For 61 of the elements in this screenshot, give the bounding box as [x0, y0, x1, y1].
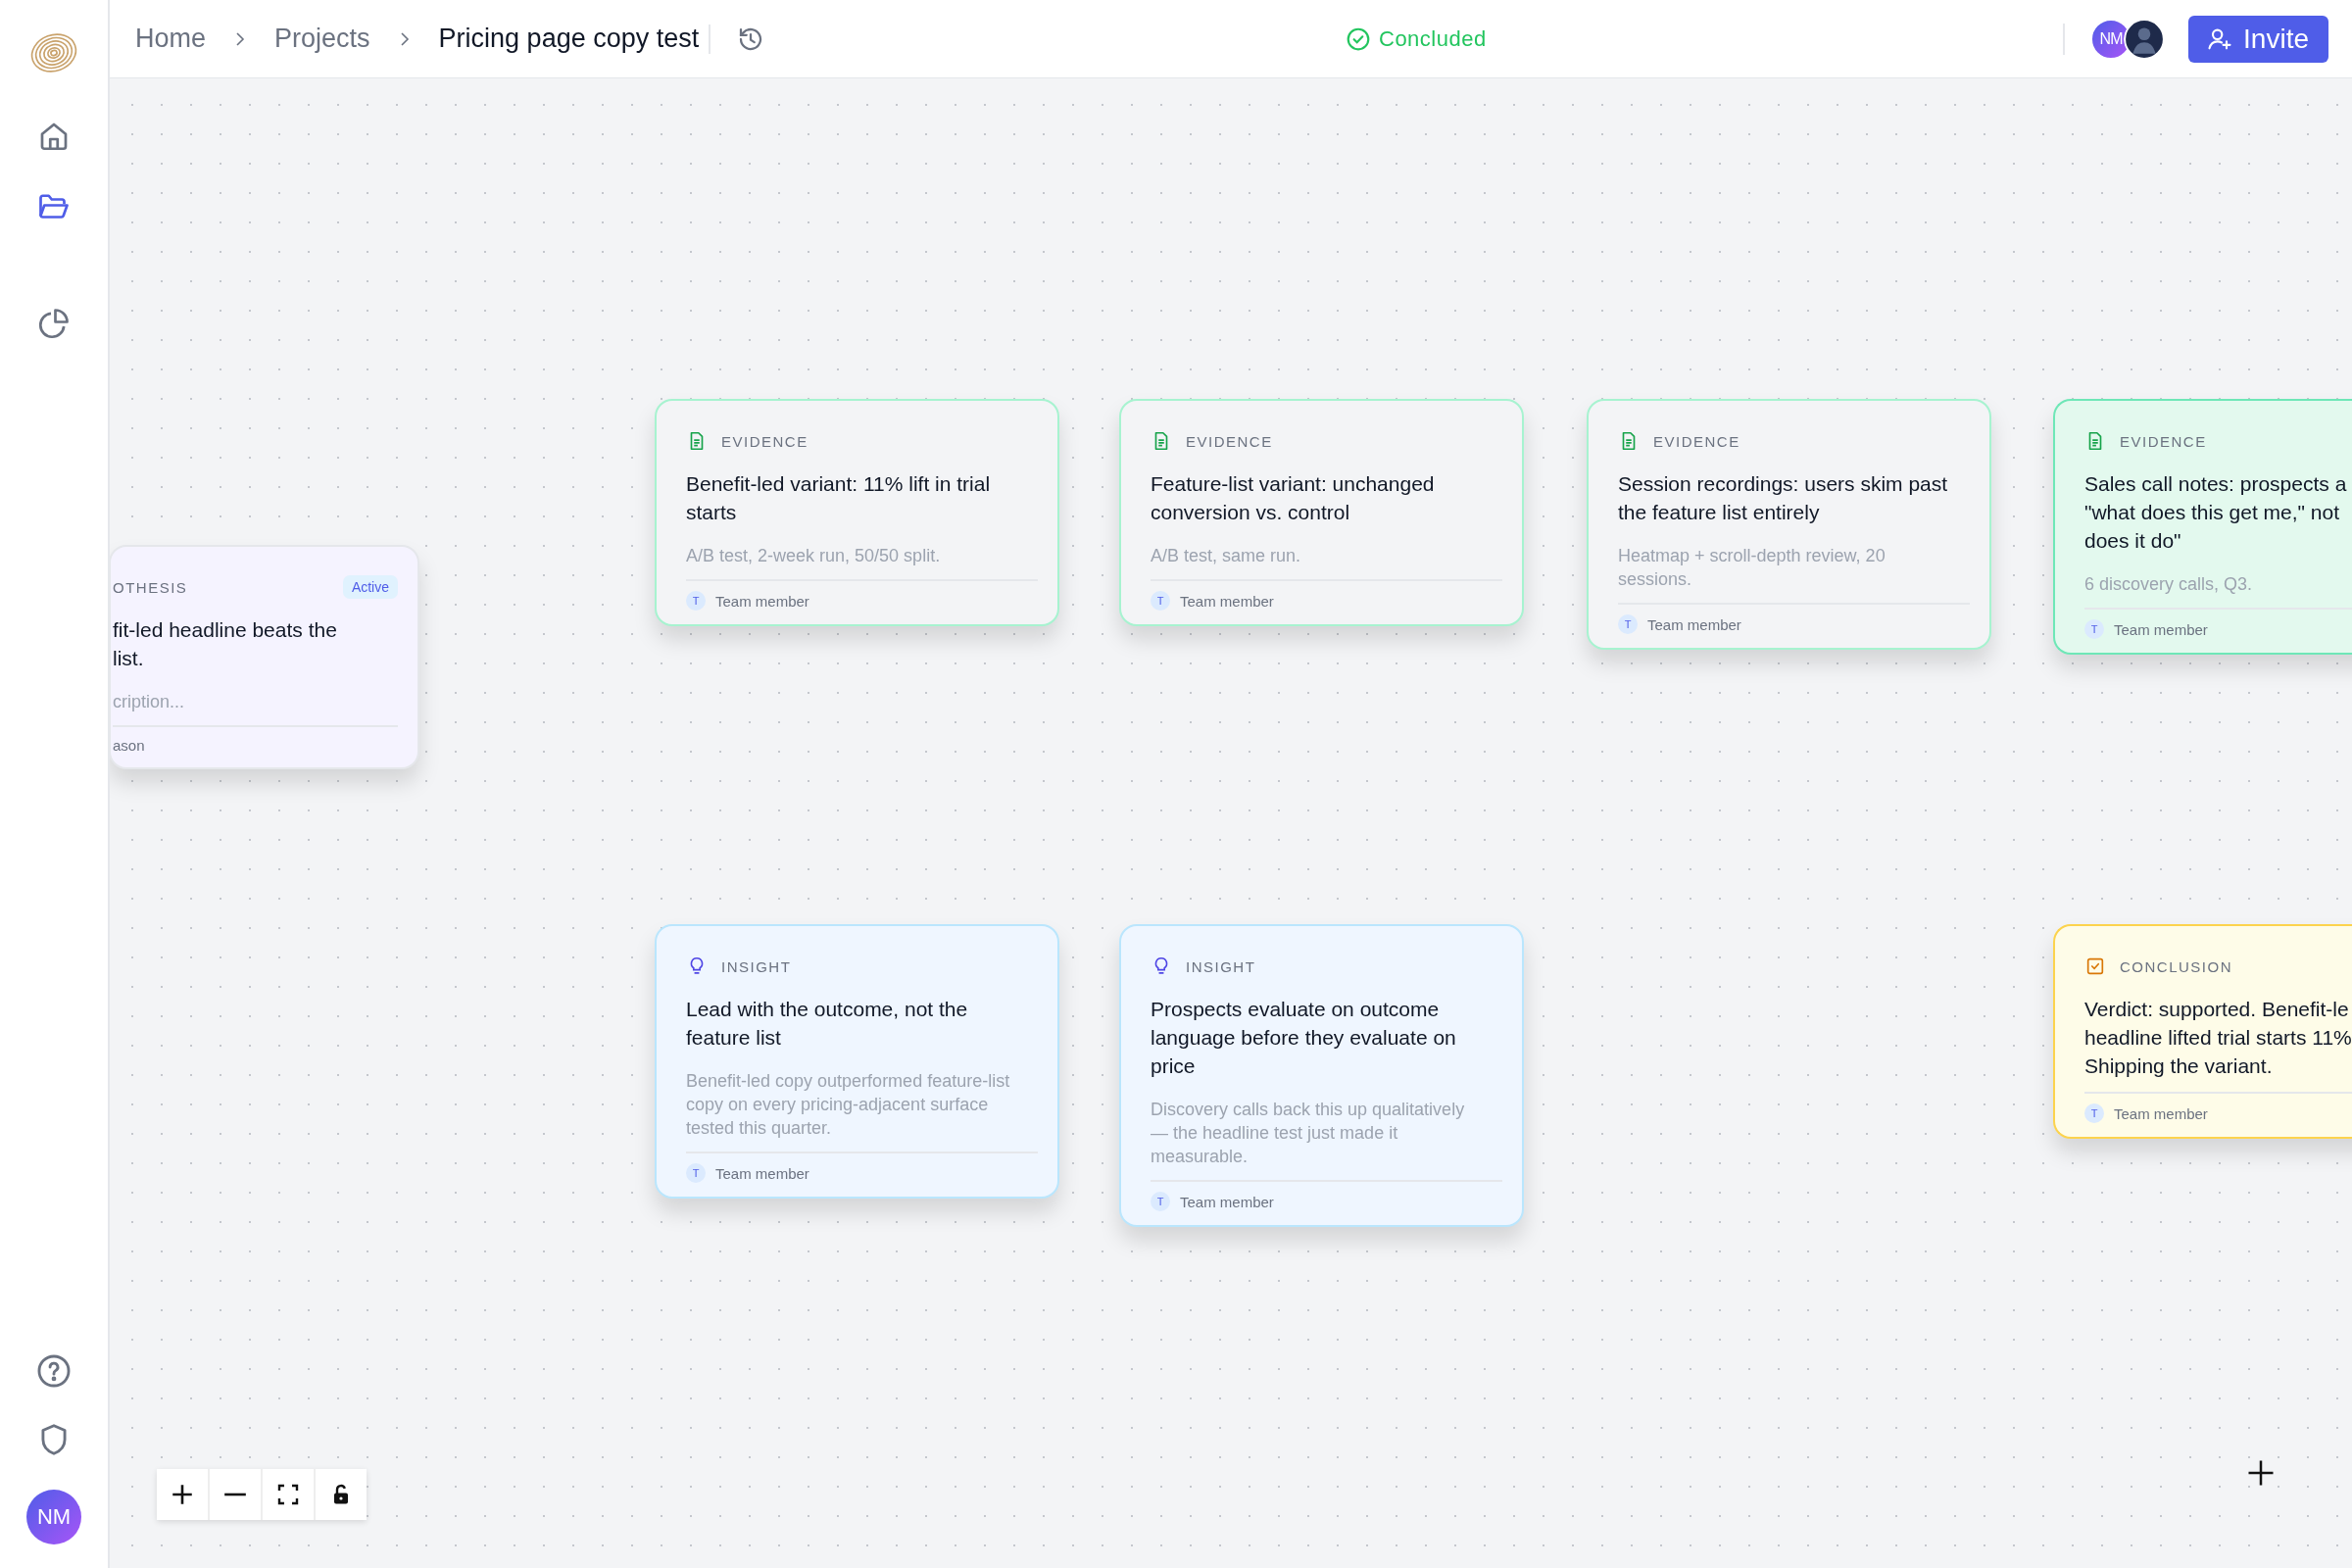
- author-avatar: T: [2084, 1103, 2104, 1123]
- author-name: Team member: [2114, 620, 2208, 638]
- card-title-line: Sales call notes: prospects a: [2084, 471, 2347, 497]
- card-type-label: EVIDENCE: [1186, 432, 1273, 450]
- checkbox-icon: [2084, 956, 2106, 977]
- card-title-line: list.: [113, 646, 144, 671]
- breadcrumb-link[interactable]: Home: [135, 24, 207, 54]
- card-description: A/B test, same run.: [1151, 545, 1302, 567]
- author-avatar: T: [1618, 614, 1638, 634]
- card-description: Heatmap + scroll-depth review, 20 sessions.: [1618, 545, 1886, 591]
- author-avatar: T: [686, 1163, 706, 1183]
- author-avatar: T: [2084, 619, 2104, 639]
- invite-button[interactable]: Invite: [2188, 15, 2328, 63]
- chevron-right-icon: [399, 30, 410, 47]
- card-type-label: EVIDENCE: [1653, 432, 1740, 450]
- card-description: cription...: [113, 691, 186, 713]
- author-name: Team member: [1180, 592, 1274, 610]
- card-title-line: "what does this get me," not: [2084, 500, 2340, 525]
- chevron-right-icon: [235, 30, 246, 47]
- author-name: Team member: [1180, 1193, 1274, 1210]
- author-avatar: T: [1151, 1192, 1170, 1211]
- card-title: Lead with the outcome, not the feature list: [686, 997, 969, 1051]
- breadcrumb-link[interactable]: Pricing page copy test: [438, 24, 700, 54]
- user-avatar[interactable]: NM: [26, 1490, 81, 1544]
- author-name: Team member: [2114, 1104, 2208, 1122]
- author-avatar: T: [686, 591, 706, 611]
- card-type-label: EVIDENCE: [2120, 432, 2207, 450]
- card-title-line: does it do": [2084, 528, 2181, 554]
- status-badge: Active: [342, 575, 398, 599]
- lock-icon[interactable]: [316, 1469, 367, 1520]
- card-type-label: EVIDENCE: [721, 432, 808, 450]
- author-name: Team member: [715, 592, 809, 610]
- collaborator-avatar: [2124, 18, 2166, 60]
- author-name: ason: [113, 737, 145, 754]
- card-description: Discovery calls back this up qualitatively — the headline test just made it measurable.: [1151, 1099, 1466, 1168]
- fit-view-icon[interactable]: [263, 1469, 314, 1520]
- card-title: Feature-list variant: unchanged conversion vs. control: [1151, 471, 1436, 525]
- card-type-label: CONCLUSION: [2120, 957, 2232, 975]
- card-type-label: OTHESIS: [113, 578, 188, 596]
- card-description: 6 discovery calls, Q3.: [2084, 573, 2254, 596]
- help-icon[interactable]: [35, 1352, 73, 1390]
- card-title-line: Shipping the variant.: [2084, 1054, 2273, 1079]
- breadcrumb-link[interactable]: Projects: [274, 24, 370, 54]
- zoom-in-icon[interactable]: [157, 1469, 208, 1520]
- card-description: Benefit-led copy outperformed feature-list copy on every pricing-adjacent surface tested this quarter.: [686, 1070, 1011, 1140]
- card-type-label: INSIGHT: [721, 957, 792, 975]
- add-icon[interactable]: [2246, 1458, 2276, 1488]
- author-avatar: T: [1151, 591, 1170, 611]
- card-description: A/B test, 2-week run, 50/50 split.: [686, 545, 942, 567]
- card-type-label: INSIGHT: [1186, 957, 1256, 975]
- card-title: Session recordings: users skim past the feature list entirely: [1618, 471, 1949, 525]
- status-label: Concluded: [1379, 25, 1487, 52]
- card-title-line: Verdict: supported. Benefit-le: [2084, 997, 2349, 1022]
- card-title: Benefit-led variant: 11% lift in trial starts: [686, 471, 992, 525]
- card-title-line: fit-led headline beats the: [113, 617, 337, 643]
- pie-chart-icon[interactable]: [36, 306, 72, 341]
- author-name: Team member: [715, 1164, 809, 1182]
- author-name: Team member: [1647, 615, 1741, 633]
- card-title: Prospects evaluate on outcome language before they evaluate on price: [1151, 997, 1457, 1079]
- card-title-line: headline lifted trial starts 11%: [2084, 1025, 2352, 1051]
- check-circle-icon: [1346, 25, 1371, 52]
